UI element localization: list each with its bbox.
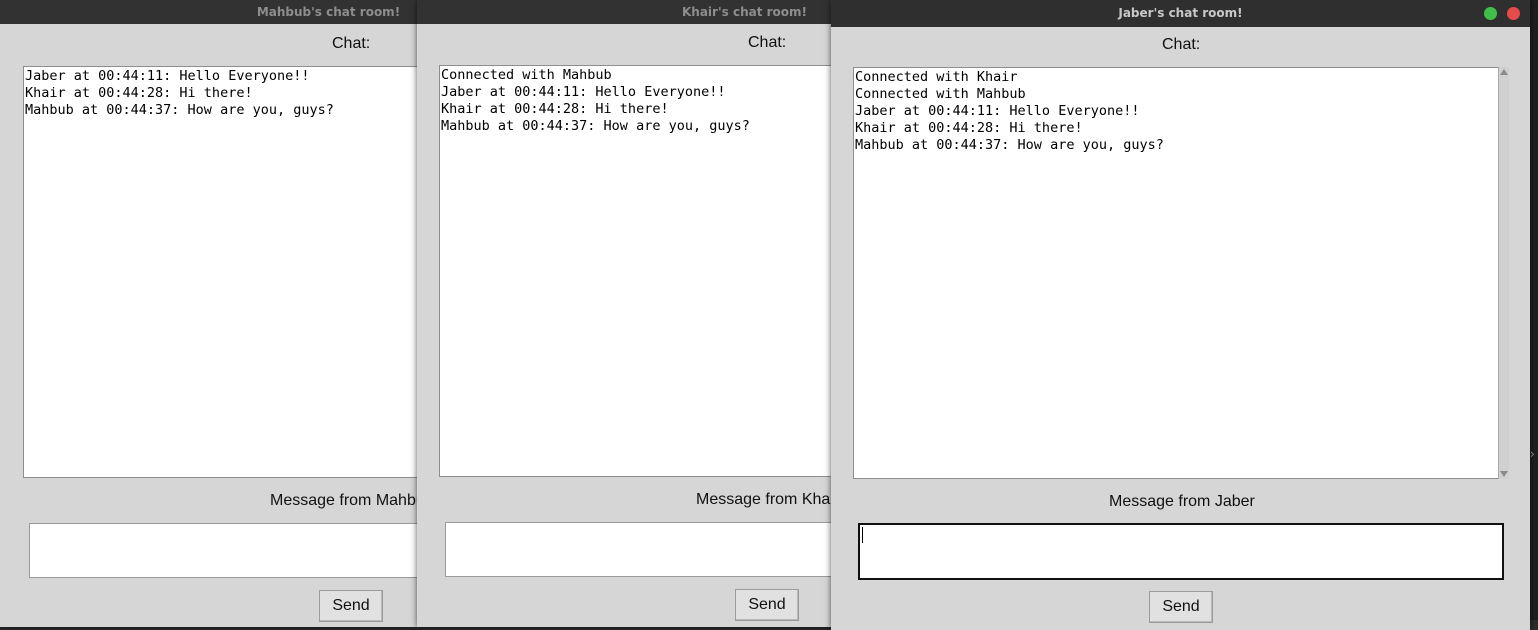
jaber-chat-scrollbar[interactable]: [1498, 67, 1509, 479]
close-icon[interactable]: [1507, 7, 1520, 20]
chat-message: Connected with Mahbub: [855, 86, 1026, 102]
jaber-send-button[interactable]: Send: [1149, 591, 1213, 623]
khair-message-label: Message from Khair: [696, 491, 832, 508]
mahbub-message-input[interactable]: [29, 523, 417, 578]
mahbub-window-title: Mahbub's chat room!: [256, 5, 401, 19]
panel-edge-chevron-icon[interactable]: ›: [1530, 446, 1538, 462]
chat-message: Connected with Mahbub: [441, 67, 612, 83]
text-caret: [862, 527, 863, 543]
window-controls: [1484, 7, 1520, 20]
khair-chat-window: Khair's chat room! Chat: Connected with …: [417, 0, 832, 627]
mahbub-chat-log[interactable]: Jaber at 00:44:11: Hello Everyone!! Khai…: [23, 66, 417, 478]
jaber-window-title: Jaber's chat room!: [1118, 6, 1243, 20]
mahbub-chat-window: Mahbub's chat room! Chat: Jaber at 00:44…: [0, 0, 417, 627]
jaber-chat-log[interactable]: Connected with Khair Connected with Mahb…: [853, 67, 1499, 479]
maximize-icon[interactable]: [1484, 7, 1497, 20]
chat-message: Mahbub at 00:44:37: How are you, guys?: [25, 102, 334, 118]
khair-message-input[interactable]: [445, 522, 832, 577]
khair-send-button[interactable]: Send: [735, 589, 799, 621]
chat-message: Jaber at 00:44:11: Hello Everyone!!: [25, 68, 310, 84]
mahbub-send-button[interactable]: Send: [319, 590, 383, 622]
khair-chat-log[interactable]: Connected with Mahbub Jaber at 00:44:11:…: [439, 65, 832, 477]
mahbub-chat-label: Chat:: [332, 35, 371, 52]
jaber-window-titlebar[interactable]: Jaber's chat room!: [831, 0, 1530, 27]
chat-message: Mahbub at 00:44:37: How are you, guys?: [855, 137, 1164, 153]
jaber-message-input[interactable]: [858, 523, 1504, 580]
chat-message: Jaber at 00:44:11: Hello Everyone!!: [441, 84, 726, 100]
jaber-chat-label: Chat:: [1162, 36, 1201, 53]
mahbub-message-label: Message from Mahbub: [270, 492, 417, 509]
khair-window-title: Khair's chat room!: [681, 5, 807, 19]
khair-window-titlebar[interactable]: Khair's chat room!: [417, 0, 832, 24]
chat-message: Khair at 00:44:28: Hi there!: [855, 120, 1083, 136]
chat-message: Mahbub at 00:44:37: How are you, guys?: [441, 118, 750, 134]
khair-chat-label: Chat:: [748, 34, 787, 51]
scroll-up-arrow-icon[interactable]: [1500, 69, 1508, 75]
jaber-chat-window: Jaber's chat room! Chat: Connected with …: [831, 0, 1530, 630]
scroll-down-arrow-icon[interactable]: [1500, 471, 1508, 477]
chat-message: Khair at 00:44:28: Hi there!: [441, 101, 669, 117]
mahbub-window-titlebar[interactable]: Mahbub's chat room!: [0, 0, 417, 24]
chat-message: Khair at 00:44:28: Hi there!: [25, 85, 253, 101]
jaber-message-label: Message from Jaber: [1109, 493, 1255, 510]
chat-message: Connected with Khair: [855, 69, 1018, 85]
chat-message: Jaber at 00:44:11: Hello Everyone!!: [855, 103, 1140, 119]
